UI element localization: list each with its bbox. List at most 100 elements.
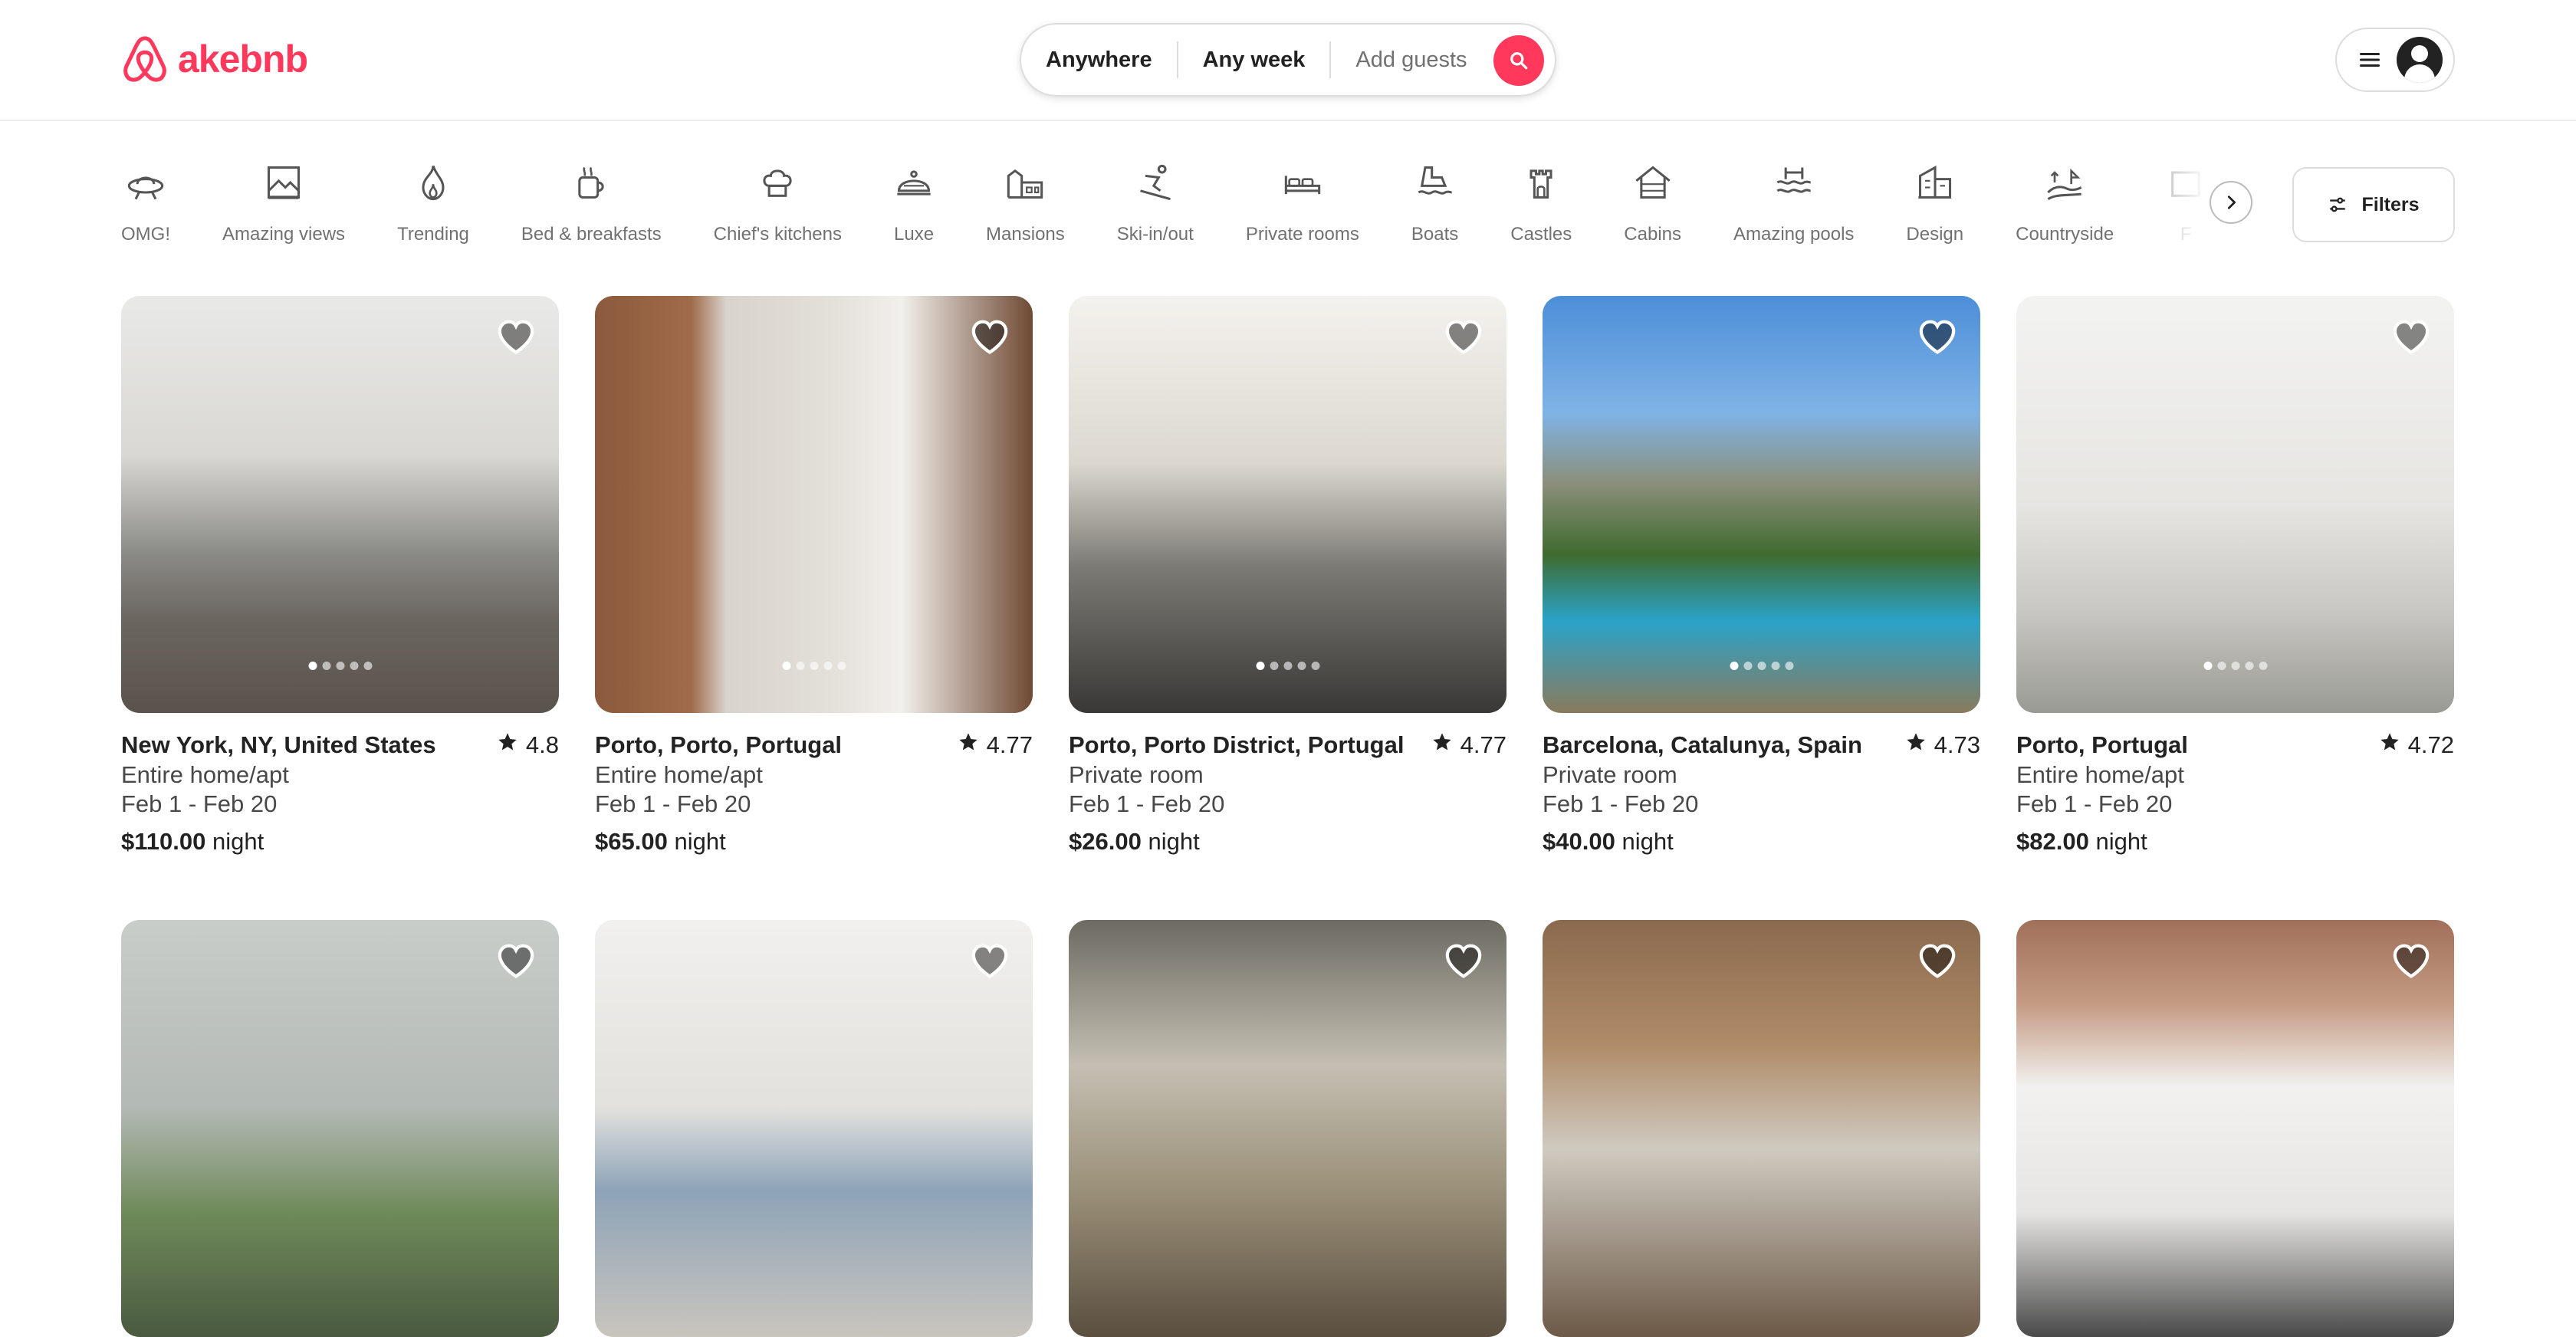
category-label: Countryside bbox=[2016, 224, 2114, 245]
category-trending[interactable]: Trending bbox=[397, 153, 469, 253]
listing-rating: 4.77 bbox=[1431, 730, 1506, 760]
brand-name: akebnb bbox=[178, 38, 308, 80]
category-bed-breakfasts[interactable]: Bed & breakfasts bbox=[521, 153, 662, 253]
carousel-dot bbox=[2245, 662, 2253, 670]
listing-card[interactable] bbox=[1543, 920, 1980, 1337]
listing-photo[interactable] bbox=[2016, 296, 2454, 713]
carousel-dot bbox=[1757, 662, 1766, 670]
sliders-icon bbox=[2330, 197, 2346, 212]
category-amazing-views[interactable]: Amazing views bbox=[222, 153, 345, 253]
photo-carousel-dots bbox=[1730, 662, 1793, 670]
boat-icon bbox=[1418, 166, 1452, 195]
listing-photo[interactable] bbox=[2016, 920, 2454, 1337]
heart-icon[interactable] bbox=[1444, 941, 1484, 980]
heart-icon[interactable] bbox=[970, 941, 1010, 980]
category-label: Amazing pools bbox=[1733, 224, 1855, 245]
listing-card[interactable] bbox=[595, 920, 1033, 1337]
listing-card[interactable] bbox=[2016, 920, 2454, 1337]
heart-icon[interactable] bbox=[1917, 317, 1957, 356]
listing-card[interactable] bbox=[1069, 920, 1506, 1337]
heart-icon[interactable] bbox=[2391, 317, 2431, 356]
category-mansions[interactable]: Mansions bbox=[986, 153, 1065, 253]
search-add-guests-button[interactable]: Add guests bbox=[1331, 41, 1491, 78]
category-fade-overlay bbox=[2162, 153, 2208, 253]
search-bar[interactable]: Anywhere Any week Add guests bbox=[1020, 23, 1556, 97]
brand-logo[interactable]: akebnb bbox=[121, 34, 308, 84]
listing-price: $110.00 night bbox=[121, 826, 559, 857]
category-label: Mansions bbox=[986, 224, 1065, 245]
heart-icon[interactable] bbox=[970, 317, 1010, 356]
listing-photo[interactable] bbox=[595, 296, 1033, 713]
heart-icon[interactable] bbox=[496, 317, 536, 356]
category-omg[interactable]: OMG! bbox=[121, 153, 170, 253]
category-cabins[interactable]: Cabins bbox=[1624, 153, 1681, 253]
listing-rating: 4.73 bbox=[1905, 730, 1980, 760]
category-private-rooms[interactable]: Private rooms bbox=[1246, 153, 1359, 253]
category-chiefs-kitchens[interactable]: Chief's kitchens bbox=[714, 153, 842, 253]
category-castles[interactable]: Castles bbox=[1510, 153, 1572, 253]
rating-value: 4.8 bbox=[525, 731, 559, 758]
listing-card[interactable]: Barcelona, Catalunya, Spain 4.73 Private r… bbox=[1543, 296, 1980, 857]
listing-card[interactable]: New York, NY, United States 4.8 Entire hom… bbox=[121, 296, 559, 857]
carousel-dot bbox=[782, 662, 790, 670]
listing-dates: Feb 1 - Feb 20 bbox=[2016, 790, 2173, 817]
carousel-dot bbox=[322, 662, 330, 670]
listing-photo[interactable] bbox=[1069, 296, 1506, 713]
photo-carousel-dots bbox=[1256, 662, 1319, 670]
top-header: akebnb Anywhere Any week Add guests bbox=[0, 0, 2576, 121]
photo-carousel-dots bbox=[2203, 662, 2267, 670]
filters-button[interactable]: Filters bbox=[2292, 167, 2455, 242]
category-boats[interactable]: Boats bbox=[1411, 153, 1458, 253]
carousel-dot bbox=[1283, 662, 1292, 670]
listing-price: $65.00 night bbox=[595, 826, 1033, 857]
search-submit-button[interactable] bbox=[1493, 35, 1544, 86]
category-label: Luxe bbox=[894, 224, 935, 245]
category-label: Private rooms bbox=[1245, 224, 1359, 245]
user-menu-button[interactable] bbox=[2335, 28, 2455, 92]
chevron-right-icon bbox=[2227, 195, 2236, 209]
carousel-dot bbox=[363, 662, 372, 670]
listing-photo[interactable] bbox=[1543, 296, 1980, 713]
listing-card[interactable]: Porto, Porto District, Portugal 4.77 Priva… bbox=[1069, 296, 1506, 857]
listing-photo[interactable] bbox=[1543, 920, 1980, 1337]
photo-carousel-dots bbox=[782, 662, 846, 670]
heart-icon[interactable] bbox=[1444, 317, 1484, 356]
search-anywhere-button[interactable]: Anywhere bbox=[1021, 41, 1177, 78]
price-amount: $26.00 bbox=[1069, 828, 1142, 855]
category-label: OMG! bbox=[121, 224, 170, 245]
listing-info: Porto, Porto, Portugal 4.77 Entire home/ap… bbox=[595, 730, 1033, 857]
listing-photo[interactable] bbox=[1069, 920, 1506, 1337]
carousel-dot bbox=[336, 662, 344, 670]
category-ski-in-out[interactable]: Ski-in/out bbox=[1117, 153, 1194, 253]
rating-value: 4.77 bbox=[986, 731, 1033, 758]
listing-card[interactable]: Porto, Portugal 4.72 Entire home/apt Feb 1 … bbox=[2016, 296, 2454, 857]
category-countryside[interactable]: Countryside bbox=[2016, 153, 2114, 253]
listing-info: New York, NY, United States 4.8 Entire hom… bbox=[121, 730, 559, 857]
category-design[interactable]: Design bbox=[1906, 153, 1963, 253]
carousel-dot bbox=[308, 662, 317, 670]
listing-card[interactable]: Porto, Porto, Portugal 4.77 Entire home/ap… bbox=[595, 296, 1033, 857]
heart-icon[interactable] bbox=[496, 941, 536, 980]
rating-value: 4.77 bbox=[1460, 731, 1506, 758]
chef-hat-icon bbox=[763, 169, 792, 197]
listing-photo[interactable] bbox=[121, 296, 559, 713]
carousel-dot bbox=[350, 662, 358, 670]
carousel-dot bbox=[1743, 662, 1752, 670]
heart-icon[interactable] bbox=[1917, 941, 1957, 980]
category-luxe[interactable]: Luxe bbox=[894, 153, 934, 253]
category-label: Ski-in/out bbox=[1116, 224, 1194, 245]
listing-type: Private room bbox=[1069, 761, 1204, 788]
listing-info: Porto, Portugal 4.72 Entire home/apt Feb 1 … bbox=[2016, 730, 2454, 857]
category-scroll-next-button[interactable] bbox=[2210, 181, 2252, 224]
listing-card[interactable] bbox=[121, 920, 559, 1337]
framed-landscape-icon bbox=[268, 166, 301, 199]
search-any-week-button[interactable]: Any week bbox=[1178, 41, 1330, 78]
hamburger-icon bbox=[2360, 53, 2380, 67]
coffee-mug-icon bbox=[578, 166, 604, 199]
heart-icon[interactable] bbox=[2391, 941, 2431, 980]
category-amazing-pools[interactable]: Amazing pools bbox=[1733, 153, 1854, 253]
listing-photo[interactable] bbox=[595, 920, 1033, 1337]
listing-photo[interactable] bbox=[121, 920, 559, 1337]
airbnb-logo-icon bbox=[123, 36, 166, 82]
star-icon bbox=[1905, 730, 1927, 760]
